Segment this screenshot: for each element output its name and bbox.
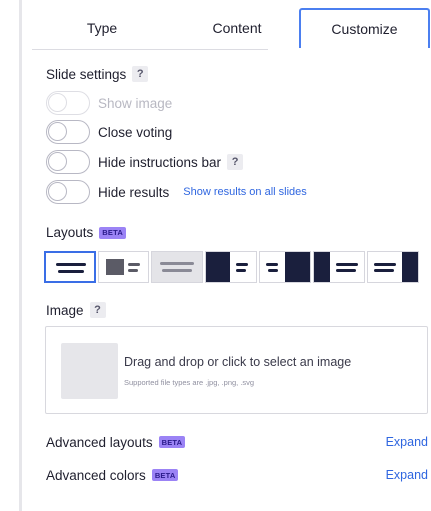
image-help-icon[interactable]: ? bbox=[89, 302, 106, 318]
layout-line bbox=[58, 270, 84, 273]
tab-content[interactable]: Content bbox=[177, 8, 297, 48]
layout-option-text-only-disabled[interactable] bbox=[151, 251, 203, 283]
layout-option-image-right-edge[interactable] bbox=[367, 251, 419, 283]
toggle-knob bbox=[48, 152, 67, 171]
layout-line bbox=[374, 269, 394, 272]
slide-settings-help-icon[interactable]: ? bbox=[132, 66, 149, 82]
advanced-layouts-label: Advanced layouts bbox=[46, 434, 153, 450]
hide-results-toggle[interactable] bbox=[46, 180, 90, 204]
layout-line bbox=[162, 269, 192, 272]
layouts-title: Layouts bbox=[46, 225, 94, 240]
tab-bar: Type Content Customize bbox=[32, 8, 431, 48]
image-placeholder-icon bbox=[61, 343, 118, 399]
show-image-label: Show image bbox=[98, 95, 173, 111]
layout-image-block bbox=[314, 252, 330, 282]
hide-instructions-help-icon[interactable]: ? bbox=[227, 154, 244, 170]
close-voting-toggle[interactable] bbox=[46, 120, 90, 144]
image-dropzone[interactable]: Drag and drop or click to select an imag… bbox=[45, 326, 428, 414]
advanced-colors-beta-badge: BETA bbox=[151, 469, 179, 481]
toggle-knob bbox=[48, 182, 67, 201]
show-image-toggle[interactable] bbox=[46, 91, 90, 115]
layout-line bbox=[266, 263, 278, 266]
layout-option-image-right-narrow[interactable] bbox=[313, 251, 365, 283]
tab-customize[interactable]: Customize bbox=[299, 8, 430, 48]
advanced-colors-label: Advanced colors bbox=[46, 467, 146, 483]
layout-line bbox=[336, 269, 356, 272]
show-results-all-slides-link[interactable]: Show results on all slides bbox=[183, 186, 307, 198]
layout-line bbox=[268, 269, 278, 272]
layout-line bbox=[128, 263, 140, 266]
advanced-colors-row: Advanced colors BETA Expand bbox=[46, 465, 428, 485]
layout-line bbox=[236, 269, 246, 272]
hide-results-label: Hide results bbox=[98, 184, 170, 200]
toggle-knob bbox=[48, 93, 67, 112]
toggle-row-close-voting: Close voting bbox=[46, 120, 172, 144]
advanced-layouts-beta-badge: BETA bbox=[158, 436, 186, 448]
layout-line bbox=[160, 262, 194, 265]
toggle-row-show-image: Show image bbox=[46, 91, 172, 115]
layout-line bbox=[374, 263, 396, 266]
hide-instructions-label: Hide instructions bar bbox=[98, 154, 222, 170]
layout-option-image-left-small[interactable] bbox=[98, 251, 149, 283]
layout-picker bbox=[44, 251, 424, 283]
hide-instructions-toggle[interactable] bbox=[46, 150, 90, 174]
slide-settings-title: Slide settings bbox=[46, 66, 127, 82]
close-voting-label: Close voting bbox=[98, 124, 173, 140]
layout-option-image-left[interactable] bbox=[205, 251, 257, 283]
slide-settings-heading: Slide settings ? bbox=[46, 66, 149, 82]
layout-option-centered-text[interactable] bbox=[44, 251, 96, 283]
layout-line bbox=[128, 269, 138, 272]
toggle-row-hide-instructions: Hide instructions bar ? bbox=[46, 150, 244, 174]
advanced-layouts-expand-button[interactable]: Expand bbox=[386, 435, 428, 449]
image-heading: Image ? bbox=[46, 302, 106, 318]
layout-option-image-right[interactable] bbox=[259, 251, 311, 283]
image-drop-text: Drag and drop or click to select an imag… bbox=[124, 355, 352, 369]
panel-divider bbox=[19, 0, 22, 511]
tab-underline bbox=[32, 49, 268, 50]
toggle-row-hide-results: Hide results Show results on all slides bbox=[46, 180, 307, 204]
layouts-heading: Layouts BETA bbox=[46, 225, 126, 240]
toggle-knob bbox=[48, 122, 67, 141]
layout-image-block bbox=[206, 252, 230, 282]
layouts-beta-badge: BETA bbox=[99, 226, 126, 239]
advanced-colors-expand-button[interactable]: Expand bbox=[386, 468, 428, 482]
layout-line bbox=[56, 263, 86, 266]
image-title: Image bbox=[46, 302, 84, 318]
layout-line bbox=[336, 263, 358, 266]
advanced-layouts-row: Advanced layouts BETA Expand bbox=[46, 432, 428, 452]
image-supported-types: Supported file types are .jpg, .png, .sv… bbox=[124, 378, 255, 387]
layout-line bbox=[236, 263, 248, 266]
tab-type[interactable]: Type bbox=[42, 8, 162, 48]
layout-image-block bbox=[106, 259, 124, 275]
layout-image-block bbox=[402, 252, 418, 282]
layout-image-block bbox=[285, 252, 310, 282]
